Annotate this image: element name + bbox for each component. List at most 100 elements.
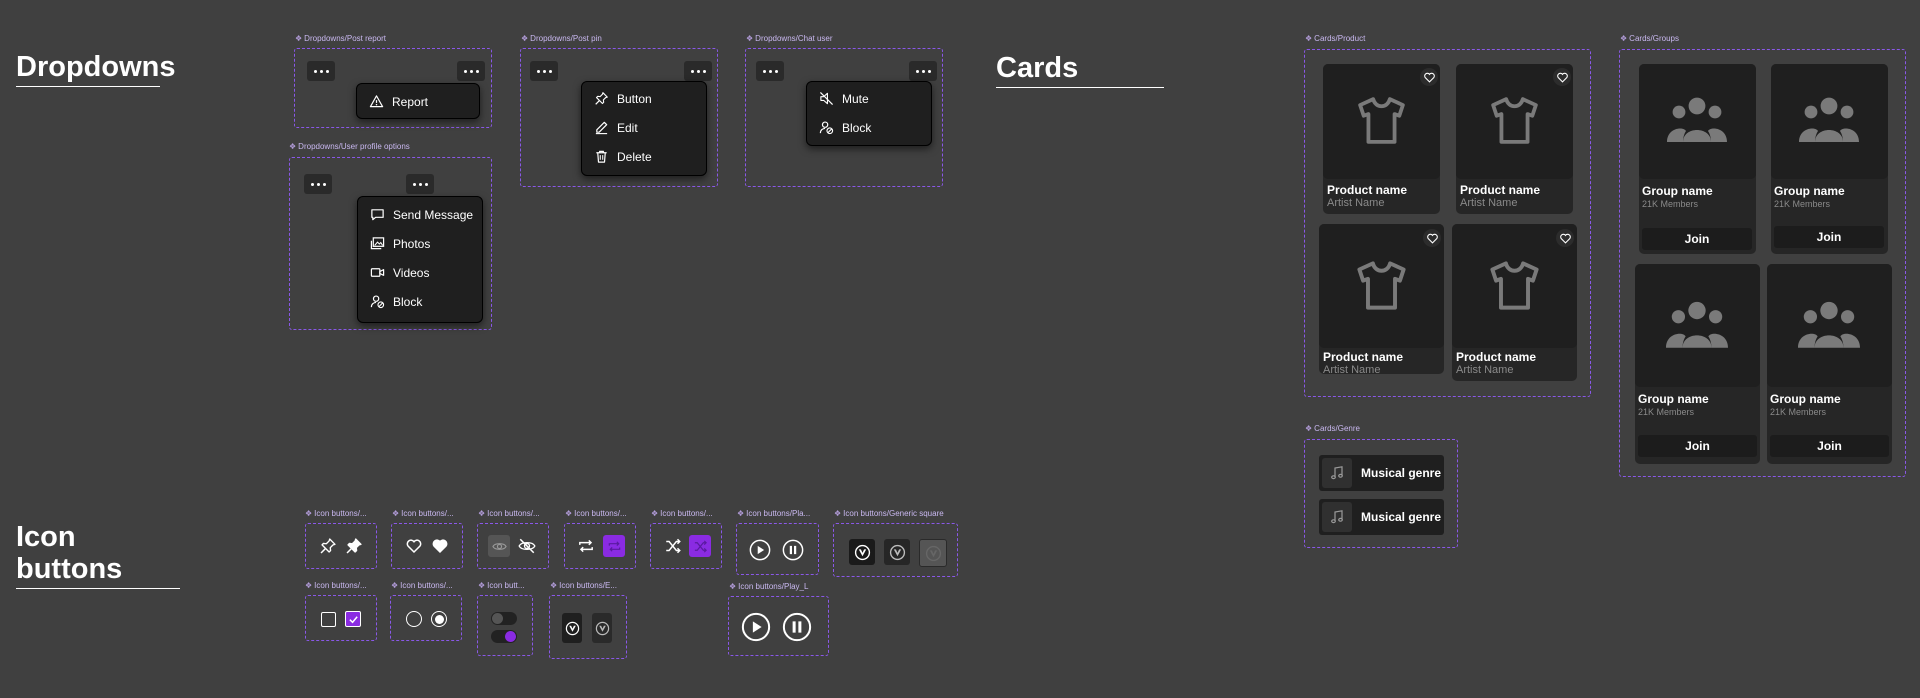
checkbox-checked[interactable]	[345, 611, 361, 627]
join-button[interactable]: Join	[1638, 435, 1757, 457]
music-note-icon	[1322, 458, 1352, 488]
menu-item-report[interactable]: Report	[369, 94, 428, 109]
menu-item-pin[interactable]: Button	[594, 91, 652, 106]
join-button[interactable]: Join	[1770, 435, 1889, 457]
favorite-button[interactable]	[1556, 229, 1574, 247]
block-user-icon	[370, 295, 385, 309]
group-image	[1767, 264, 1892, 387]
product-card[interactable]: Product name Artist Name	[1456, 64, 1573, 214]
frame-label: ❖ Cards/Groups	[1620, 34, 1679, 43]
genre-name: Musical genre	[1361, 510, 1442, 524]
frame-icon-buttons-radio	[390, 595, 462, 641]
repeat-icon	[608, 540, 620, 552]
pin-icon[interactable]	[319, 537, 337, 555]
frame-label: ❖ Icon buttons/...	[391, 581, 453, 590]
more-options-button[interactable]	[684, 61, 712, 81]
group-image	[1635, 264, 1760, 387]
pin-filled-icon[interactable]	[345, 537, 363, 555]
product-card[interactable]: Product name Artist Name	[1452, 224, 1577, 381]
brand-square-button[interactable]	[849, 539, 875, 565]
group-name: Group name	[1642, 184, 1713, 198]
menu-item-videos[interactable]: Videos	[370, 265, 429, 280]
group-members: 21K Members	[1770, 407, 1827, 417]
heart-icon	[1556, 72, 1568, 83]
menu-item-mute[interactable]: Mute	[819, 91, 869, 106]
radio-unselected[interactable]	[406, 611, 422, 627]
frame-label: ❖ Icon buttons/Generic square	[834, 509, 944, 518]
heart-filled-icon[interactable]	[431, 537, 449, 555]
product-name: Product name	[1327, 183, 1408, 197]
group-card[interactable]: Group name 21K Members Join	[1639, 64, 1756, 254]
play-icon[interactable]	[749, 539, 771, 561]
heart-icon[interactable]	[405, 537, 423, 555]
brand-tall-button[interactable]	[562, 613, 582, 643]
play-icon[interactable]	[741, 612, 771, 642]
more-options-button[interactable]	[530, 61, 558, 81]
edit-pencil-icon	[595, 121, 608, 135]
toggle-on[interactable]	[491, 630, 517, 643]
artist-name: Artist Name	[1327, 197, 1385, 209]
tshirt-icon	[1491, 97, 1538, 144]
block-user-icon	[819, 121, 834, 135]
menu-item-photos[interactable]: Photos	[370, 236, 430, 251]
frame-user-profile-options: Send Message Photos Videos Block	[289, 157, 492, 330]
more-options-button[interactable]	[307, 61, 335, 81]
favorite-button[interactable]	[1420, 68, 1438, 86]
brand-v-icon	[565, 621, 579, 635]
shuffle-icon[interactable]	[664, 537, 682, 555]
menu-item-block[interactable]: Block	[370, 294, 422, 309]
join-button[interactable]: Join	[1774, 226, 1884, 248]
menu-item-edit[interactable]: Edit	[594, 120, 638, 135]
more-options-button[interactable]	[909, 61, 937, 81]
frame-label: ❖ Cards/Product	[1305, 34, 1366, 43]
profile-dropdown-menu: Send Message Photos Videos Block	[357, 196, 483, 323]
group-icon	[1798, 301, 1860, 348]
group-card[interactable]: Group name 21K Members Join	[1767, 264, 1892, 464]
frame-icon-buttons-shuffle	[650, 523, 722, 569]
shuffle-active-button[interactable]	[689, 535, 711, 557]
group-card[interactable]: Group name 21K Members Join	[1771, 64, 1888, 254]
join-button[interactable]: Join	[1642, 228, 1752, 250]
group-image	[1771, 64, 1888, 179]
product-card[interactable]: Product name Artist Name	[1323, 64, 1440, 214]
group-image	[1639, 64, 1756, 179]
eye-button[interactable]	[488, 535, 510, 557]
toggle-off[interactable]	[491, 612, 517, 625]
pause-icon[interactable]	[782, 539, 804, 561]
chat-dropdown-menu: Mute Block	[806, 81, 932, 146]
group-card[interactable]: Group name 21K Members Join	[1635, 264, 1760, 464]
more-options-button[interactable]	[304, 174, 332, 194]
repeat-active-button[interactable]	[603, 535, 625, 557]
brand-square-button[interactable]	[884, 539, 910, 565]
eye-off-icon[interactable]	[518, 537, 536, 555]
brand-v-icon	[854, 544, 870, 560]
photos-icon	[370, 237, 385, 250]
frame-label: ❖ Icon butt...	[478, 581, 525, 590]
genre-card[interactable]: Musical genre	[1319, 499, 1444, 535]
genre-card[interactable]: Musical genre	[1319, 455, 1444, 491]
frame-label: ❖ Icon buttons/...	[478, 509, 540, 518]
pause-icon[interactable]	[782, 612, 812, 642]
brand-tall-button[interactable]	[592, 613, 612, 643]
frame-label: ❖ Icon buttons/...	[565, 509, 627, 518]
group-icon	[1666, 301, 1728, 348]
more-options-button[interactable]	[457, 61, 485, 81]
music-note-icon	[1322, 502, 1352, 532]
favorite-button[interactable]	[1553, 68, 1571, 86]
product-card[interactable]: Product name Artist Name	[1319, 224, 1444, 376]
frame-icon-buttons-toggle	[477, 595, 533, 656]
frame-icon-buttons-eye	[477, 523, 549, 569]
checkbox-unchecked[interactable]	[321, 612, 336, 627]
menu-item-delete[interactable]: Delete	[594, 149, 652, 164]
brand-v-icon	[595, 621, 609, 635]
more-options-button[interactable]	[756, 61, 784, 81]
radio-selected[interactable]	[431, 611, 447, 627]
brand-square-button-disabled[interactable]	[919, 539, 947, 567]
menu-item-send-message[interactable]: Send Message	[370, 207, 473, 222]
repeat-icon[interactable]	[577, 537, 595, 555]
more-options-button[interactable]	[406, 174, 434, 194]
menu-item-block[interactable]: Block	[819, 120, 871, 135]
frame-icon-buttons-repeat	[564, 523, 636, 569]
favorite-button[interactable]	[1423, 229, 1441, 247]
warning-icon	[369, 95, 384, 108]
